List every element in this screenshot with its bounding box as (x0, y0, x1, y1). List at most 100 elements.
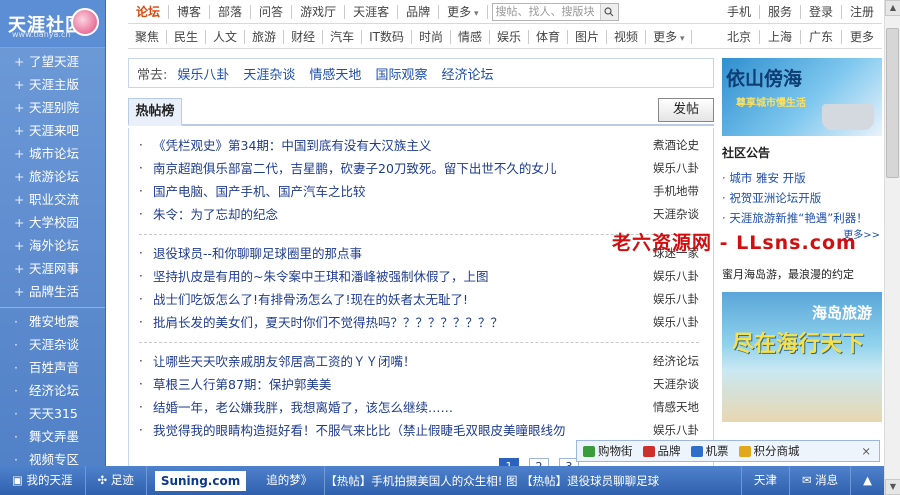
city-link[interactable]: 广东 (801, 29, 842, 44)
post-title-link[interactable]: 草根三人行第87期：保护郭美美 (153, 373, 647, 396)
city-link[interactable]: 北京 (719, 29, 760, 44)
city-link[interactable]: 上海 (760, 29, 801, 44)
close-icon[interactable]: × (861, 444, 871, 458)
post-title-link[interactable]: 《凭栏观史》第34期：中国到底有没有大汉族主义 (153, 134, 647, 157)
sidebar-item[interactable]: + 城市论坛 (0, 142, 105, 165)
tab-item[interactable]: 天涯客 (345, 4, 399, 19)
sidebar-item[interactable]: + 旅游论坛 (0, 165, 105, 188)
tab-item[interactable]: 博客 (169, 4, 211, 19)
sidebar-item[interactable]: · 雅安地震 (0, 310, 105, 333)
sidebar-item[interactable]: + 海外论坛 (0, 234, 105, 257)
post-category-link[interactable]: 娱乐八卦 (653, 265, 699, 288)
site-logo[interactable]: 天涯社区 www.tianya.cn (0, 0, 105, 48)
post-title-link[interactable]: 批肩长发的美女们，夏天时你们不觉得热吗？？？？？？？？？ (153, 311, 647, 334)
post-category-link[interactable]: 娱乐八卦 (653, 157, 699, 180)
tab-item[interactable]: 问答 (251, 4, 293, 19)
channel-tab[interactable]: 图片 (568, 29, 608, 44)
tab-item[interactable]: 更多 (439, 4, 488, 19)
island-travel-ad[interactable]: 海岛旅游 尽在海行天下 (722, 292, 882, 422)
post-category-link[interactable]: 娱乐八卦 (653, 311, 699, 334)
channel-tab[interactable]: 情感 (451, 29, 490, 44)
tab-hot-posts[interactable]: 热帖榜 (128, 98, 182, 126)
sidebar-item[interactable]: + 大学校园 (0, 211, 105, 234)
notice-item[interactable]: 城市 雅安 开版 (722, 168, 882, 188)
search-icon[interactable] (599, 3, 618, 20)
shop-item-flights[interactable]: 机票 (690, 443, 729, 459)
user-link[interactable]: 服务 (760, 4, 801, 19)
news-ticker[interactable]: 【热帖】手机拍摄美国人的众生相! 图 【热帖】退役球员聊聊足球 (325, 473, 741, 489)
vertical-scrollbar[interactable]: ▲ ▼ (884, 0, 900, 495)
notice-item[interactable]: 祝贺亚洲论坛开版 (722, 188, 882, 208)
channel-tab[interactable]: 聚焦 (128, 29, 168, 44)
channel-tab[interactable]: 体育 (529, 29, 569, 44)
honeymoon-ad-text[interactable]: 蜜月海岛游，最浪漫的约定 (722, 266, 854, 282)
sidebar-item[interactable]: · 百姓声音 (0, 356, 105, 379)
channel-tab[interactable]: 人文 (206, 29, 246, 44)
sidebar-item[interactable]: + 了望天涯 (0, 50, 105, 73)
scroll-down-icon[interactable]: ▼ (885, 479, 900, 495)
channel-tab[interactable]: IT数码 (362, 29, 412, 44)
post-title-link[interactable]: 朱令：为了忘却的纪念 (153, 203, 647, 226)
channel-tab[interactable]: 民生 (167, 29, 207, 44)
post-category-link[interactable]: 娱乐八卦 (653, 419, 699, 442)
sidebar-item[interactable]: · 舞文弄墨 (0, 425, 105, 448)
post-title-link[interactable]: 我觉得我的眼睛构造挺好看！不服气来比比（禁止假睫毛双眼皮美瞳眼线勿 (153, 419, 647, 442)
channel-tab[interactable]: 时尚 (412, 29, 451, 44)
sidebar-item[interactable]: · 经济论坛 (0, 379, 105, 402)
channel-tab[interactable]: 娱乐 (490, 29, 530, 44)
city-link[interactable]: 更多 (842, 30, 882, 44)
sidebar-item[interactable]: + 职业交流 (0, 188, 105, 211)
frequent-link[interactable]: 国际观察 (375, 64, 427, 83)
tab-item[interactable]: 部落 (210, 4, 252, 19)
frequent-link[interactable]: 天涯杂谈 (243, 64, 295, 83)
post-category-link[interactable]: 天涯杂谈 (653, 373, 699, 396)
post-title-link[interactable]: 结婚一年，老公嫌我胖，我想离婚了，该怎么继续…… (153, 396, 647, 419)
sidebar-item[interactable]: + 天涯来吧 (0, 119, 105, 142)
channel-tab[interactable]: 旅游 (245, 29, 285, 44)
post-title-link[interactable]: 让哪些天天吹亲戚朋友邻居高工资的ＹＹ闭嘴！ (153, 350, 647, 373)
sidebar-item[interactable]: + 天涯别院 (0, 96, 105, 119)
user-link[interactable]: 登录 (801, 4, 842, 19)
footprint-button[interactable]: ✣ 足迹 (86, 466, 147, 495)
channel-tab[interactable]: 财经 (284, 29, 324, 44)
post-category-link[interactable]: 手机地带 (653, 180, 699, 203)
post-title-link[interactable]: 国产电脑、国产手机、国产汽车之比较 (153, 180, 647, 203)
my-tianya-button[interactable]: ▣ 我的天涯 (0, 466, 86, 495)
tab-item[interactable]: 品牌 (398, 4, 440, 19)
sidebar-item[interactable]: + 天涯网事 (0, 257, 105, 280)
notice-item[interactable]: 天涯旅游新推“艳遇”利器！ (722, 208, 882, 228)
post-category-link[interactable]: 煮酒论史 (653, 134, 699, 157)
shop-item-points[interactable]: 积分商城 (738, 443, 800, 459)
post-title-link[interactable]: 战士们吃饭怎么了!有排骨汤怎么了!现在的妖者太无耻了! (153, 288, 647, 311)
post-title-link[interactable]: 坚持扒皮是有用的~朱令案中王琪和潘峰被强制休假了，上图 (153, 265, 647, 288)
search-input[interactable]: 搜帖、找人、搜版块 (491, 2, 619, 21)
scroll-up-icon[interactable]: ▲ (885, 0, 900, 16)
post-category-link[interactable]: 情感天地 (653, 396, 699, 419)
tab-item[interactable]: 论坛 (128, 4, 170, 19)
scroll-thumb[interactable] (886, 28, 899, 178)
channel-tab[interactable]: 更多 (646, 29, 693, 44)
back-to-top-icon[interactable]: ▲ (850, 466, 884, 495)
frequent-link[interactable]: 娱乐八卦 (177, 64, 229, 83)
dream-link[interactable]: 追的梦》 (254, 466, 326, 495)
post-title-link[interactable]: 南京超跑俱乐部富二代，吉星鹏，砍妻子20刀致死。留下出世不久的女儿 (153, 157, 647, 180)
sidebar-item[interactable]: + 天涯主版 (0, 73, 105, 96)
post-category-link[interactable]: 娱乐八卦 (653, 288, 699, 311)
channel-tab[interactable]: 汽车 (323, 29, 363, 44)
frequent-link[interactable]: 经济论坛 (441, 64, 493, 83)
user-link[interactable]: 手机 (719, 4, 760, 19)
post-category-link[interactable]: 天涯杂谈 (653, 203, 699, 226)
resort-ad-banner[interactable]: 依山傍海 尊享城市慢生活 (722, 58, 882, 136)
city-button[interactable]: 天津 (740, 466, 789, 495)
tab-item[interactable]: 游戏厅 (292, 4, 346, 19)
shop-item-brand[interactable]: 品牌 (642, 443, 681, 459)
user-link[interactable]: 注册 (842, 5, 882, 19)
post-title-link[interactable]: 退役球员--和你聊聊足球圈里的那点事 (153, 242, 647, 265)
message-button[interactable]: ✉ 消息 (788, 466, 850, 495)
post-category-link[interactable]: 经济论坛 (653, 350, 699, 373)
suning-logo[interactable]: Suning.com (154, 470, 247, 491)
sidebar-item[interactable]: · 天涯杂谈 (0, 333, 105, 356)
sidebar-item[interactable]: + 品牌生活 (0, 280, 105, 303)
shop-item-street[interactable]: 购物街 (583, 443, 633, 459)
new-post-button[interactable]: 发帖 (658, 98, 714, 122)
